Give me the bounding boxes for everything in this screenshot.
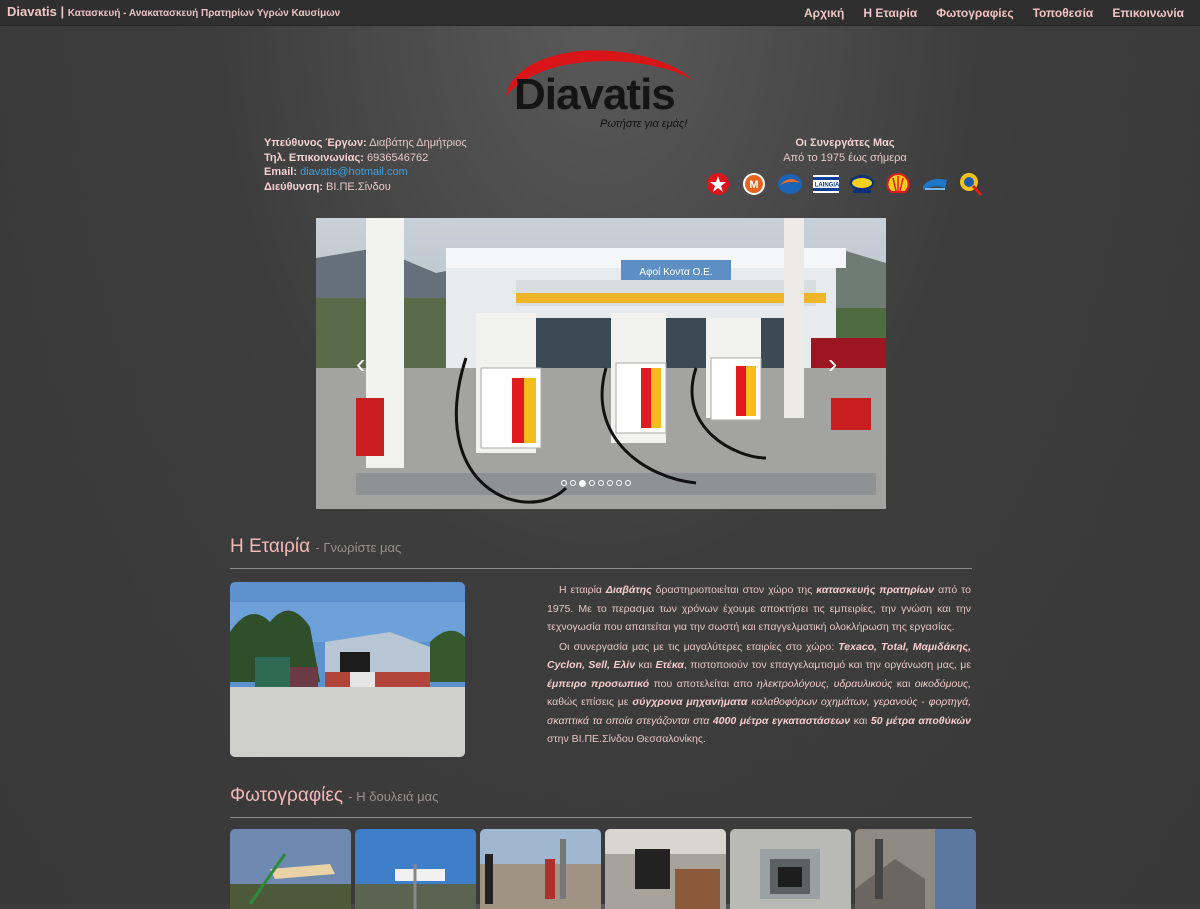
partners-title: Οι Συνεργάτες Μας xyxy=(795,137,895,149)
eteka-icon xyxy=(921,172,947,196)
partners-subtitle: Από το 1975 έως σήμερα xyxy=(783,151,907,164)
contact-phone-row: Τηλ. Επικοινωνίας: 6936546762 xyxy=(264,151,467,166)
phone-label: Τηλ. Επικοινωνίας: xyxy=(264,151,364,164)
elin-icon xyxy=(849,172,875,196)
brand-tagline: Κατασκευή - Ανακατασκευή Πρατηρίων Υγρών… xyxy=(67,8,341,19)
carousel-indicators xyxy=(561,480,631,487)
image-carousel[interactable]: Αφοί Κοντα Ο.Ε. ‹ › xyxy=(316,218,886,509)
gallery-thumb-5[interactable] xyxy=(730,829,851,909)
laingia-icon: LAINGIA xyxy=(813,172,839,196)
brand-name[interactable]: Diavatis xyxy=(7,4,57,19)
photos-title: Φωτογραφίες xyxy=(230,785,343,806)
carousel-dot[interactable] xyxy=(607,480,613,486)
svg-text:LAINGIA: LAINGIA xyxy=(815,183,839,189)
company-paragraph-2: Οι συνεργασία μας με τις μαγαλύτερες ετα… xyxy=(547,640,972,746)
company-description: Η εταιρία Διαβάτης δραστηριοποιείται στο… xyxy=(547,581,971,750)
photos-section-title: Φωτογραφίες - Η δουλειά μας xyxy=(230,785,438,807)
photos-subtitle: - Η δουλειά μας xyxy=(348,789,439,804)
logo-word: Diavatis xyxy=(514,70,676,119)
svg-text:M: M xyxy=(749,179,758,191)
diavatis-logo: Diavatis Ρωτήστε για εμάς! xyxy=(500,46,700,132)
carousel-prev-chevron-icon[interactable]: ‹ xyxy=(356,350,365,378)
nav-location[interactable]: Τοποθεσία xyxy=(1033,6,1094,20)
photos-divider xyxy=(230,817,972,818)
contact-address-row: Διεύθυνση: ΒΙ.ΠΕ.Σίνδου xyxy=(264,180,467,195)
contact-manager-row: Υπεύθυνος Έργων: Διαβάτης Δημήτριος xyxy=(264,136,467,151)
gas-station-photo: Αφοί Κοντα Ο.Ε. xyxy=(316,218,886,509)
company-paragraph-1: Η εταιρία Διαβάτης δραστηριοποιείται στο… xyxy=(547,584,971,633)
site-brand[interactable]: Diavatis | Κατασκευή - Ανακατασκευή Πρατ… xyxy=(7,4,340,19)
carousel-dot[interactable] xyxy=(561,480,567,486)
gallery-thumb-4[interactable] xyxy=(605,829,726,909)
logo-slogan: Ρωτήστε για εμάς! xyxy=(600,118,688,130)
carousel-dot-active[interactable] xyxy=(579,480,586,487)
cyclon-icon xyxy=(777,172,803,196)
station-sign-text: Αφοί Κοντα Ο.Ε. xyxy=(639,266,712,278)
shell-icon xyxy=(885,172,911,196)
company-subtitle: - Γνωρίστε μας xyxy=(315,540,402,555)
nav-home[interactable]: Αρχική xyxy=(804,6,844,20)
manager-label: Υπεύθυνος Έργων: xyxy=(264,137,367,149)
carousel-dot[interactable] xyxy=(598,480,604,486)
partner-logos: M LAINGIA xyxy=(705,172,983,196)
email-label: Email: xyxy=(264,166,298,178)
company-divider xyxy=(230,568,972,569)
nav-company[interactable]: Η Εταιρία xyxy=(863,6,917,20)
partners-block: Οι Συνεργάτες Μας Από το 1975 έως σήμερα xyxy=(700,136,990,165)
carousel-dot[interactable] xyxy=(625,480,631,486)
gallery-thumb-3[interactable] xyxy=(480,829,601,909)
nav-contact[interactable]: Επικοινωνία xyxy=(1112,6,1184,20)
company-section-title: Η Εταιρία - Γνωρίστε μας xyxy=(230,536,401,558)
carousel-dot[interactable] xyxy=(589,480,595,486)
contact-info: Υπεύθυνος Έργων: Διαβάτης Δημήτριος Τηλ.… xyxy=(264,136,467,194)
mamidakis-icon: M xyxy=(741,172,767,196)
contact-email-row: Email: diavatis@hotmail.com xyxy=(264,165,467,180)
top-navbar: Diavatis | Κατασκευή - Ανακατασκευή Πρατ… xyxy=(0,0,1200,26)
company-warehouse-photo xyxy=(230,582,465,757)
photo-gallery xyxy=(230,829,976,909)
texaco-icon xyxy=(705,172,731,196)
quality-q-icon xyxy=(957,172,983,196)
brand-separator: | xyxy=(60,4,65,19)
carousel-dot[interactable] xyxy=(616,480,622,486)
main-nav: Αρχική Η Εταιρία Φωτογραφίες Τοποθεσία Ε… xyxy=(804,6,1184,20)
nav-photos[interactable]: Φωτογραφίες xyxy=(936,6,1013,20)
gallery-thumb-2[interactable] xyxy=(355,829,476,909)
manager-value: Διαβάτης Δημήτριος xyxy=(369,137,467,149)
address-label: Διεύθυνση: xyxy=(264,180,323,193)
email-link[interactable]: diavatis@hotmail.com xyxy=(300,166,408,178)
company-title: Η Εταιρία xyxy=(230,536,311,557)
carousel-next-chevron-icon[interactable]: › xyxy=(828,350,837,378)
carousel-dot[interactable] xyxy=(570,480,576,486)
gallery-thumb-1[interactable] xyxy=(230,829,351,909)
gallery-thumb-6[interactable] xyxy=(855,829,976,909)
address-value: ΒΙ.ΠΕ.Σίνδου xyxy=(326,180,391,193)
phone-value: 6936546762 xyxy=(367,151,429,164)
